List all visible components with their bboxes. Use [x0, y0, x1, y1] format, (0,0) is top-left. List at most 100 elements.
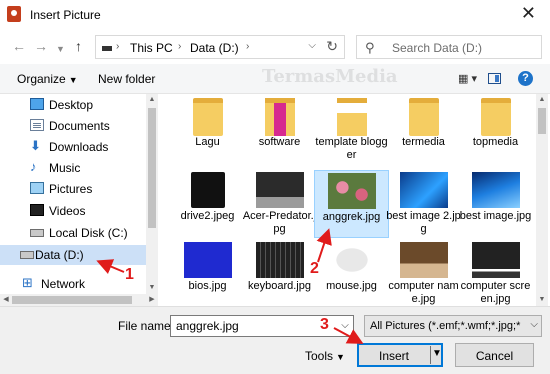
- breadcrumb-this-pc[interactable]: This PC: [130, 41, 173, 55]
- navigation-horizontal-scrollbar[interactable]: ◀ ▶: [0, 294, 158, 306]
- nav-item-label: Documents: [49, 119, 110, 133]
- floppy-image-thumbnail: [190, 172, 225, 208]
- videos-icon: [30, 204, 44, 216]
- file-list-scrollbar[interactable]: ▲ ▼: [536, 94, 548, 306]
- chevron-down-icon[interactable]: ▼: [432, 348, 442, 359]
- up-arrow-icon[interactable]: ↑: [75, 39, 82, 53]
- nav-item-videos[interactable]: Videos: [0, 201, 146, 221]
- monitor-image-thumbnail: [471, 242, 520, 278]
- chevron-down-icon[interactable]: ⌵: [337, 316, 353, 336]
- recent-chevron-icon[interactable]: ▼: [56, 42, 65, 56]
- file-item[interactable]: drive2.jpeg: [170, 170, 245, 238]
- close-icon[interactable]: ✕: [521, 4, 536, 22]
- file-item[interactable]: Acer-Predator.jpg: [242, 170, 317, 238]
- file-item-label: Lagu: [195, 136, 220, 148]
- file-item-label: computer name.jpg: [388, 280, 459, 305]
- file-item[interactable]: termedia: [386, 96, 461, 164]
- search-icon: ⚲: [365, 40, 375, 55]
- file-item[interactable]: computer name.jpg: [386, 240, 461, 306]
- scrollbar-thumb[interactable]: [538, 108, 546, 134]
- tools-button[interactable]: Tools ▼: [305, 349, 345, 363]
- nav-item-label: Local Disk (C:): [49, 226, 128, 240]
- scroll-down-icon[interactable]: ▼: [536, 294, 548, 306]
- new-folder-button[interactable]: New folder: [98, 72, 155, 86]
- nav-item-music[interactable]: ♪ Music: [0, 158, 146, 178]
- navigation-scrollbar[interactable]: ▲ ▼: [146, 94, 158, 294]
- laptop-image-thumbnail: [255, 172, 304, 208]
- search-input[interactable]: ⚲ Search Data (D:): [356, 35, 542, 59]
- chevron-down-icon[interactable]: ⌵: [308, 40, 316, 51]
- file-type-select[interactable]: All Pictures (*.emf;*.wmf;*.jpg;* ⌵: [364, 315, 542, 337]
- forward-arrow-icon[interactable]: →: [34, 39, 48, 53]
- scroll-up-icon[interactable]: ▲: [146, 94, 158, 106]
- file-item[interactable]: template blogger: [314, 96, 389, 164]
- file-item-label: best image 2.jpg: [386, 210, 461, 235]
- dialog-footer: File name: anggrek.jpg ⌵ All Pictures (*…: [0, 306, 550, 374]
- downloads-icon: ⬇: [30, 138, 41, 153]
- file-item-label: keyboard.jpg: [248, 280, 311, 292]
- watermark: TermasMedia: [262, 66, 398, 87]
- file-item-label: computer screen.jpg: [460, 280, 531, 305]
- scroll-up-icon[interactable]: ▲: [536, 94, 548, 106]
- folder-icon: [408, 98, 439, 136]
- help-icon[interactable]: ?: [518, 71, 533, 86]
- breadcrumb-separator[interactable]: ›: [178, 41, 181, 52]
- file-name-label: File name:: [118, 319, 175, 333]
- file-item-label: software: [258, 136, 301, 148]
- pictures-icon: [30, 182, 44, 194]
- chevron-down-icon: ⌵: [530, 319, 538, 330]
- insert-label: Insert: [378, 349, 409, 363]
- file-item[interactable]: bios.jpg: [170, 240, 245, 306]
- address-bar[interactable]: › This PC › Data (D:) › ⌵ ↻: [95, 35, 345, 59]
- scrollbar-thumb[interactable]: [148, 108, 156, 228]
- search-placeholder: Search Data (D:): [392, 41, 483, 55]
- title-bar: Insert Picture ✕: [0, 0, 550, 30]
- scroll-left-icon[interactable]: ◀: [0, 294, 12, 306]
- back-arrow-icon[interactable]: ←: [12, 39, 26, 53]
- file-item-selected[interactable]: anggrek.jpg: [314, 170, 389, 238]
- folder-icon: [264, 98, 295, 136]
- preview-pane-icon[interactable]: [488, 73, 501, 84]
- file-name-value: anggrek.jpg: [176, 319, 239, 333]
- file-item[interactable]: Lagu: [170, 96, 245, 164]
- nav-item-label: Pictures: [49, 182, 93, 196]
- insert-button[interactable]: Insert ▼: [357, 343, 443, 367]
- file-type-value: All Pictures (*.emf;*.wmf;*.jpg;*: [370, 320, 521, 332]
- breadcrumb-data-d[interactable]: Data (D:): [190, 41, 239, 55]
- file-item[interactable]: topmedia: [458, 96, 533, 164]
- nav-item-data-d[interactable]: Data (D:): [0, 245, 146, 265]
- file-item[interactable]: mouse.jpg: [314, 240, 389, 306]
- breadcrumb-separator[interactable]: ›: [116, 41, 119, 52]
- organize-button[interactable]: Organize ▼: [17, 72, 78, 86]
- folder-icon: [480, 98, 511, 136]
- breadcrumb-separator[interactable]: ›: [246, 41, 249, 52]
- file-item[interactable]: best image.jpg: [458, 170, 533, 238]
- nav-item-label: Network: [41, 277, 86, 291]
- file-item-label: anggrek.jpg: [322, 211, 381, 223]
- cancel-label: Cancel: [475, 349, 514, 363]
- folder-icon: [336, 98, 367, 136]
- file-item[interactable]: software: [242, 96, 317, 164]
- desktop-icon: [30, 98, 44, 110]
- nav-item-desktop[interactable]: Desktop: [0, 95, 146, 115]
- file-item[interactable]: computer screen.jpg: [458, 240, 533, 306]
- navigation-pane: Desktop Documents ⬇ Downloads ♪ Music Pi…: [0, 94, 158, 306]
- nav-item-local-disk[interactable]: Local Disk (C:): [0, 223, 146, 243]
- refresh-icon[interactable]: ↻: [326, 38, 338, 55]
- view-options-icon[interactable]: ▦ ▾: [458, 72, 477, 85]
- window-title: Insert Picture: [30, 8, 101, 22]
- scroll-down-icon[interactable]: ▼: [146, 282, 158, 294]
- file-item-label: termedia: [402, 136, 445, 148]
- keyboard-image-thumbnail: [255, 242, 304, 278]
- nav-item-label: Downloads: [49, 140, 109, 154]
- nav-item-pictures[interactable]: Pictures: [0, 179, 146, 199]
- wallpaper-image-thumbnail: [471, 172, 520, 208]
- scrollbar-thumb[interactable]: [12, 296, 132, 304]
- file-item[interactable]: best image 2.jpg: [386, 170, 461, 238]
- cancel-button[interactable]: Cancel: [455, 343, 534, 367]
- file-item-label: mouse.jpg: [326, 280, 377, 292]
- nav-item-downloads[interactable]: ⬇ Downloads: [0, 137, 146, 157]
- scroll-right-icon[interactable]: ▶: [146, 294, 158, 306]
- file-item[interactable]: keyboard.jpg: [242, 240, 317, 306]
- nav-item-documents[interactable]: Documents: [0, 116, 146, 136]
